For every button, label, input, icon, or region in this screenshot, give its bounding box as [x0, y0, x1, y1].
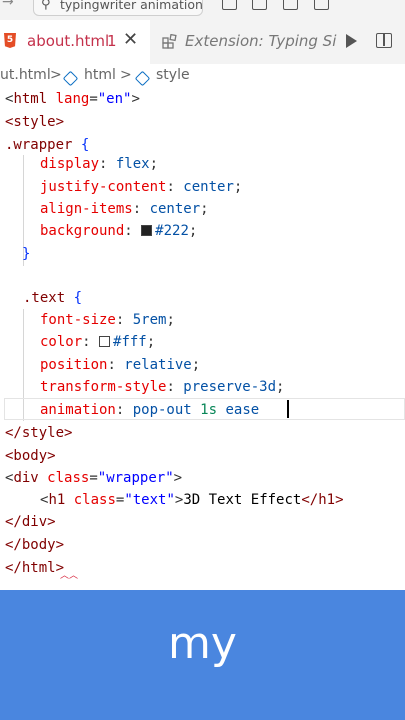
breadcrumb-file[interactable]: ut.html — [0, 67, 51, 83]
toggle-sidebar-icon[interactable] — [222, 0, 237, 10]
caption-text: my — [168, 618, 237, 669]
breadcrumb-style[interactable]: style — [156, 67, 190, 83]
caption-panel: my — [0, 590, 405, 720]
command-center-search[interactable]: ⚲ typingwriter animation — [33, 0, 203, 16]
run-icon[interactable] — [346, 34, 357, 48]
toggle-panel-icon[interactable] — [252, 0, 267, 10]
breadcrumb-html[interactable]: html — [84, 67, 116, 83]
code-line-8: } — [22, 246, 31, 262]
color-swatch[interactable] — [141, 225, 153, 236]
code-line-17: <body> — [5, 448, 56, 464]
code-line-14: transform-style: preserve-3d; — [40, 379, 285, 395]
code-line-16: </style> — [5, 425, 73, 441]
code-line-2: <style> — [5, 114, 65, 130]
code-line-1: <html lang="en"> — [5, 91, 140, 107]
problem-count-badge: 1 — [107, 32, 117, 50]
code-line-22: </html> — [5, 560, 65, 576]
search-icon: ⚲ — [41, 0, 51, 12]
forward-arrow-icon[interactable]: → — [2, 0, 14, 10]
error-squiggle: ︿︿ — [60, 571, 79, 581]
code-line-10: .text { — [23, 290, 83, 306]
breadcrumb-separator: > — [120, 67, 132, 83]
extensions-icon — [162, 34, 177, 49]
code-line-5: justify-content: center; — [40, 179, 243, 195]
tab-label: Extension: Typing Simu — [185, 32, 337, 50]
code-line-18: <div class="wrapper"> — [5, 470, 183, 486]
text-cursor — [287, 400, 289, 418]
code-line-11: font-size: 5rem; — [40, 312, 175, 328]
tab-label: about.html — [27, 32, 110, 50]
code-line-6: align-items: center; — [40, 201, 209, 217]
code-editor[interactable]: <html lang="en"> <style> .wrapper { disp… — [0, 88, 405, 590]
code-line-15: animation: pop-out 1s ease — [40, 402, 268, 418]
html5-icon: 5 — [4, 33, 16, 48]
search-text: typingwriter animation — [60, 0, 203, 12]
breadcrumb-separator: > — [50, 67, 62, 83]
toggle-secondary-sidebar-icon[interactable] — [283, 0, 298, 10]
close-tab-icon[interactable]: ✕ — [123, 29, 138, 50]
split-editor-icon[interactable] — [376, 33, 392, 48]
code-line-7: background: #222; — [40, 223, 198, 239]
code-line-19: <h1 class="text">3D Text Effect</h1> — [40, 492, 344, 508]
breadcrumb: ut.html > html > style — [0, 64, 405, 88]
code-line-4: display: flex; — [40, 156, 159, 172]
title-bar: → ⚲ typingwriter animation — [0, 0, 405, 20]
tab-about-html[interactable]: 5 about.html 1 ✕ — [0, 20, 150, 64]
code-line-21: </body> — [5, 537, 65, 553]
code-line-20: </div> — [5, 514, 56, 530]
code-line-12: color: #fff; — [40, 334, 156, 350]
customize-layout-icon[interactable] — [314, 0, 329, 10]
color-swatch[interactable] — [99, 336, 111, 347]
editor-tab-bar: 5 about.html 1 ✕ Extension: Typing Simu — [0, 20, 405, 65]
code-line-13: position: relative; — [40, 357, 201, 373]
